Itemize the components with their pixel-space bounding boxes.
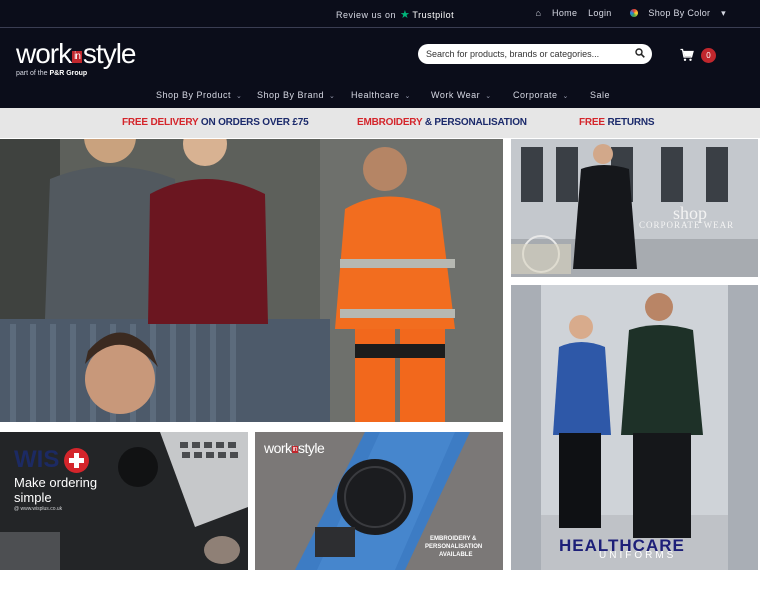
home-link[interactable]: ⌂ Home (527, 8, 577, 18)
home-icon: ⌂ (535, 8, 542, 18)
site-logo[interactable]: work in style part of the P&R Group (16, 40, 146, 80)
shop-by-color-dropdown[interactable]: Shop By Color ▾ (622, 8, 726, 18)
chevron-down-icon: ⌄ (562, 93, 569, 100)
corporate-wear-text: CORPORATE WEAR (639, 220, 735, 230)
shop-by-color-label: Shop By Color (648, 8, 711, 18)
nav-healthcare[interactable]: Healthcare ⌄ (351, 90, 411, 100)
search-input[interactable] (426, 47, 626, 61)
review-prefix: Review us on (336, 10, 397, 20)
cart-icon[interactable] (680, 48, 694, 62)
promo-strip: FREE DELIVERY ON ORDERS OVER £75 EMBROID… (0, 108, 760, 138)
wis-brand-mark: WIS (14, 446, 60, 473)
promo-embroidery[interactable]: EMBROIDERY & PERSONALISATION (357, 117, 527, 128)
search-bar (418, 44, 652, 64)
cart-count-badge: 0 (701, 48, 716, 63)
site-header: workinstyle part of the P&R Group 0 Shop… (0, 28, 760, 108)
nav-shop-by-product[interactable]: Shop By Product ⌄ (156, 90, 242, 100)
embroidery-line1: EMBROIDERY & (430, 536, 477, 542)
nav-shop-by-brand[interactable]: Shop By Brand ⌄ (257, 90, 335, 100)
trustpilot-review-link[interactable]: Review us on ★ Trustpilot (336, 8, 454, 21)
embroidery-line3: AVAILABLE (439, 552, 473, 558)
corporate-wear-banner[interactable]: shop CORPORATE WEAR (511, 139, 758, 277)
top-links: ⌂ Home Login Shop By Color ▾ (519, 8, 726, 19)
hero-banner-image[interactable] (0, 139, 503, 422)
promo-free-returns[interactable]: FREE RETURNS (579, 117, 655, 128)
corporate-illustration (511, 139, 758, 277)
chevron-down-icon: ⌄ (329, 93, 336, 100)
color-wheel-icon (630, 9, 639, 17)
healthcare-subtitle: UNIFORMS (599, 550, 677, 561)
nav-sale[interactable]: Sale (590, 90, 610, 100)
home-label: Home (552, 8, 578, 18)
logo-subtitle: part of the P&R Group (16, 70, 88, 77)
search-icon[interactable] (635, 48, 645, 58)
login-link[interactable]: Login (588, 8, 612, 18)
main-nav: Shop By Product ⌄ Shop By Brand ⌄ Healthca… (0, 86, 760, 108)
trustpilot-brand: Trustpilot (412, 10, 455, 20)
nav-corporate[interactable]: Corporate ⌄ (513, 90, 569, 100)
caret-down-icon: ▾ (721, 8, 726, 18)
ordering-headline-line1: Make ordering (14, 475, 98, 490)
hero-illustration (0, 139, 503, 422)
chevron-down-icon: ⌄ (485, 93, 492, 100)
ordering-url: @ www.wisplus.co.uk (14, 506, 63, 512)
chevron-down-icon: ⌄ (404, 93, 411, 100)
logo-wordmark: work in style (16, 38, 136, 69)
embroidery-logo: workinstyle (264, 440, 325, 456)
embroidery-line2: PERSONALISATION (425, 544, 483, 550)
chevron-down-icon: ⌄ (236, 93, 243, 100)
top-bar: Review us on ★ Trustpilot ⌂ Home Login Sho… (0, 0, 760, 28)
healthcare-illustration (511, 285, 758, 570)
ordering-headline-line2: simple (14, 490, 52, 505)
trustpilot-star-icon: ★ (400, 9, 411, 21)
embroidery-banner[interactable]: workinstyle EMBROIDERY & PERSONALISATION… (255, 432, 503, 570)
promo-free-delivery[interactable]: FREE DELIVERY ON ORDERS OVER £75 (122, 117, 309, 128)
wis-ordering-banner[interactable]: WIS Make ordering simple @ www.wisplus.c… (0, 432, 248, 570)
healthcare-uniforms-banner[interactable]: HEALTHCARE UNIFORMS (511, 285, 758, 570)
medical-cross-icon (64, 448, 89, 473)
nav-work-wear[interactable]: Work Wear ⌄ (431, 90, 492, 100)
